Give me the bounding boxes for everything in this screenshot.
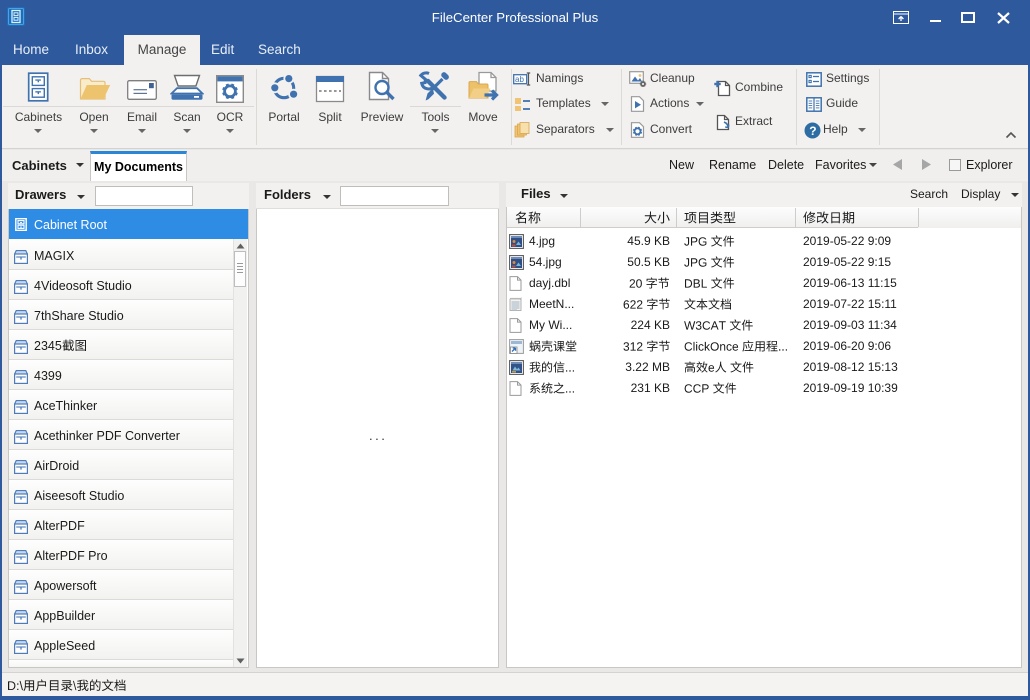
svg-text:?: ? [809,124,816,138]
svg-text:ab: ab [515,75,524,84]
